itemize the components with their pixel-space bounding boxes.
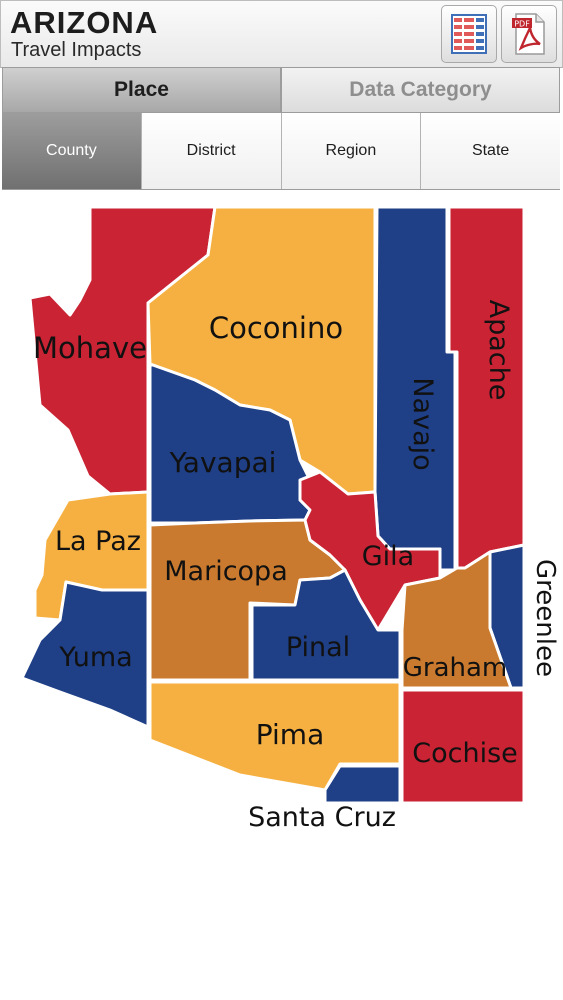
- svg-text:Yavapai: Yavapai: [169, 446, 277, 479]
- svg-text:Mohave: Mohave: [33, 331, 147, 365]
- county-cochise[interactable]: Cochise: [400, 688, 526, 805]
- svg-text:Graham: Graham: [403, 653, 508, 683]
- pdf-icon: PDF: [512, 13, 545, 55]
- tab-state[interactable]: State: [420, 113, 560, 189]
- place-tabs: County District Region State: [2, 113, 560, 190]
- svg-text:Santa Cruz: Santa Cruz: [248, 802, 396, 833]
- tab-region[interactable]: Region: [280, 113, 421, 189]
- brand-title: ARIZONA: [10, 5, 159, 40]
- main-tabs: Place Data Category: [2, 67, 560, 113]
- tab-place[interactable]: Place: [2, 67, 281, 113]
- county-apache[interactable]: Apache: [447, 205, 526, 570]
- svg-text:Apache: Apache: [483, 300, 514, 401]
- svg-text:PDF: PDF: [514, 20, 530, 29]
- svg-text:La Paz: La Paz: [55, 526, 141, 557]
- tab-district[interactable]: District: [140, 113, 281, 189]
- svg-text:Greenlee: Greenlee: [530, 559, 560, 677]
- tab-county[interactable]: County: [2, 113, 141, 189]
- county-map: Mohave Coconino Navajo Apache Yavapai La…: [0, 190, 563, 920]
- svg-text:Pima: Pima: [256, 718, 324, 751]
- brand-subtitle: Travel Impacts: [11, 39, 142, 61]
- svg-text:Maricopa: Maricopa: [164, 556, 288, 587]
- table-icon: [451, 14, 487, 54]
- pdf-export-button[interactable]: PDF: [501, 5, 557, 63]
- svg-text:Gila: Gila: [362, 541, 414, 572]
- county-navajo[interactable]: Navajo: [373, 205, 457, 572]
- table-view-button[interactable]: [441, 5, 497, 63]
- svg-text:Cochise: Cochise: [412, 738, 518, 769]
- svg-text:Coconino: Coconino: [209, 311, 343, 345]
- svg-text:Yuma: Yuma: [58, 642, 132, 673]
- tab-data-category[interactable]: Data Category: [281, 67, 560, 113]
- svg-text:Pinal: Pinal: [286, 632, 350, 663]
- app-header: ARIZONA Travel Impacts PDF: [0, 0, 563, 68]
- svg-text:Navajo: Navajo: [407, 377, 438, 470]
